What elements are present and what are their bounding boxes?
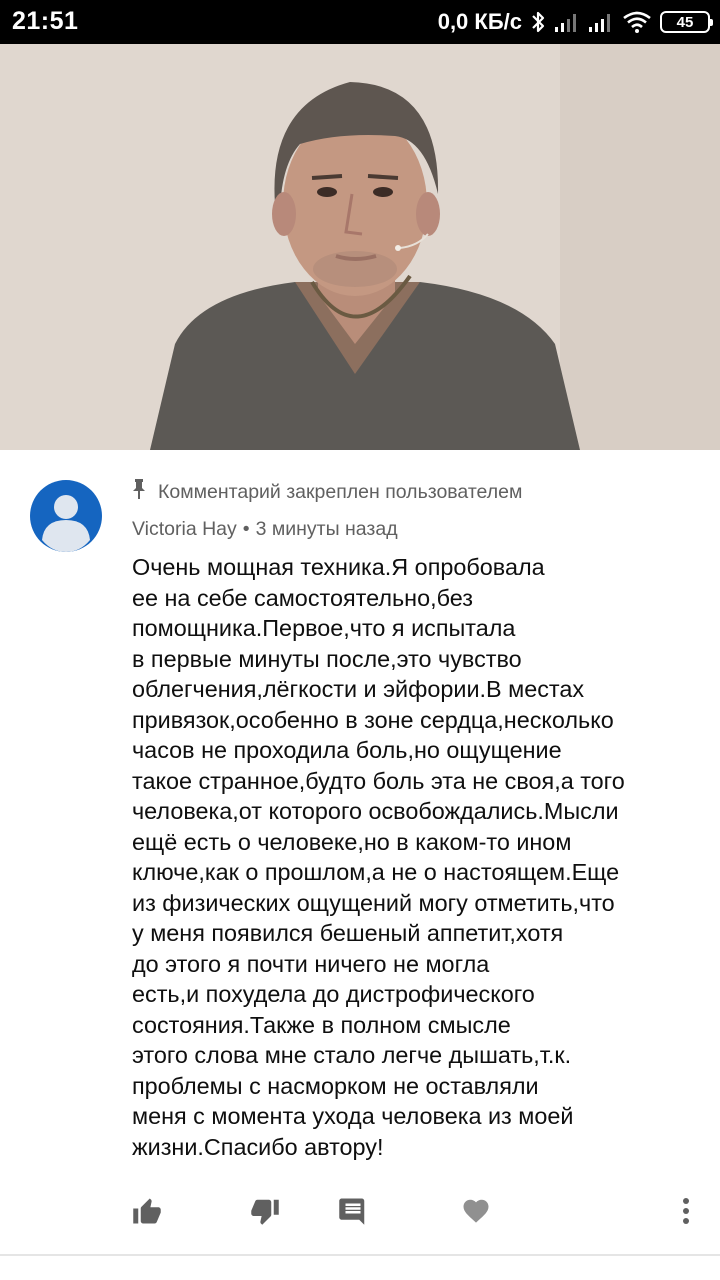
heart-button[interactable] xyxy=(459,1194,493,1228)
comment-line: этого слова мне стало легче дышать,т.к. xyxy=(132,1042,572,1068)
comment-line: ее на себе самостоятельно,без xyxy=(132,584,473,611)
comment-line: ещё есть о человеке,но в каком-то ином xyxy=(132,828,572,855)
comment-line: облегчения,лёгкости и эйфории.В местах xyxy=(132,676,585,702)
heart-icon xyxy=(463,1199,489,1223)
bluetooth-icon xyxy=(530,10,546,34)
comment-line: часов не проходила боль,но ощущение xyxy=(132,737,562,763)
comment-line: до этого я почти ничего не могла xyxy=(132,950,490,977)
avatar[interactable] xyxy=(30,480,102,552)
comment-time: 3 минуты назад xyxy=(255,518,398,540)
battery-icon: 45 xyxy=(660,11,713,33)
battery-level: 45 xyxy=(676,13,694,31)
comment-line: человека,от которого освобождались.Мысли xyxy=(132,798,619,824)
reply-button[interactable] xyxy=(336,1194,370,1228)
signal-2-icon xyxy=(588,11,614,33)
reply-icon xyxy=(339,1198,365,1225)
wifi-icon xyxy=(622,10,652,34)
like-button[interactable] xyxy=(130,1194,164,1228)
comment-line: меня с момента ухода человека из моей xyxy=(132,1103,574,1129)
signal-1-icon xyxy=(554,11,580,33)
comment-line: состояния.Также в полном смысле xyxy=(132,1011,511,1038)
comment-line: привязок,особенно в зоне сердца,нескольк… xyxy=(132,706,614,733)
pinned-label: Комментарий закреплен пользователем xyxy=(158,480,523,503)
comment-line: такое странное,будто боль эта не своя,а … xyxy=(132,767,625,794)
pinned-indicator: Комментарий закреплен пользователем xyxy=(132,478,522,506)
comment-author[interactable]: Victoria Hay xyxy=(132,518,237,541)
network-speed: 0,0 КБ/с xyxy=(437,9,522,34)
comment-line: есть,и похудела до дистрофического xyxy=(132,981,535,1007)
status-indicators: 0,0 КБ/с 45 xyxy=(437,7,713,37)
comment-text: Очень мощная техника.Я опробовала ее на … xyxy=(132,552,712,1162)
comment-line: в первые минуты после,это чувство xyxy=(132,645,522,672)
pin-icon xyxy=(132,478,146,506)
status-time: 21:51 xyxy=(12,7,79,35)
comment-line: у меня появился бешеный аппетит,хотя xyxy=(132,920,564,946)
more-options-button[interactable] xyxy=(669,1194,703,1228)
dislike-icon xyxy=(251,1199,279,1225)
video-player[interactable] xyxy=(0,44,720,450)
comment-line: жизни.Спасибо автору! xyxy=(132,1133,384,1160)
comment-line: Очень мощная техника.Я опробовала xyxy=(132,554,545,580)
comment-actions xyxy=(0,1186,720,1236)
comment-line: из физических ощущений могу отметить,что xyxy=(132,889,615,916)
dislike-button[interactable] xyxy=(248,1194,282,1228)
user-silhouette-icon xyxy=(42,495,90,552)
meta-separator: • xyxy=(242,518,250,540)
comment-line: ключе,как о прошлом,а не о настоящем.Еще xyxy=(132,859,620,885)
video-frame xyxy=(0,44,720,450)
more-options-icon xyxy=(683,1198,689,1224)
comment-meta: Victoria Hay • 3 минуты назад xyxy=(132,518,398,541)
like-icon xyxy=(133,1198,161,1224)
comment-line: проблемы с насморком не оставляли xyxy=(132,1072,539,1099)
status-bar: 21:51 0,0 КБ/с 45 xyxy=(0,0,720,44)
bottom-divider xyxy=(0,1254,720,1256)
pinned-comment: Комментарий закреплен пользователем Vict… xyxy=(0,450,720,1254)
comment-line: помощника.Первое,что я испытала xyxy=(132,615,516,641)
